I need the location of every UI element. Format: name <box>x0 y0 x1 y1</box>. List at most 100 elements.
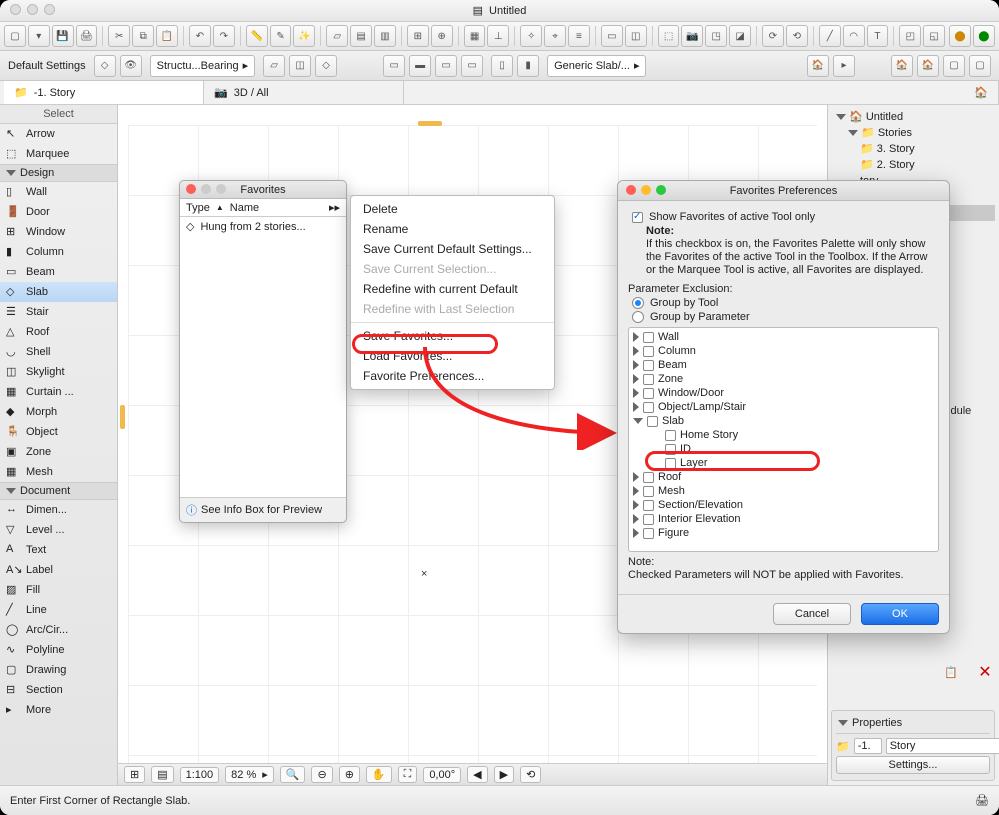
menu-rename[interactable]: Rename <box>351 219 554 239</box>
story-name-input[interactable] <box>886 738 999 754</box>
next-view-button[interactable]: ▶ <box>494 766 514 783</box>
tool-morph[interactable]: ◆Morph <box>0 402 117 422</box>
line-tool-button[interactable]: ╱ <box>819 25 841 47</box>
grid-button[interactable]: ▦ <box>464 25 486 47</box>
tool-column[interactable]: ▮Column <box>0 242 117 262</box>
teamwork-button[interactable]: ⬤ <box>949 25 971 47</box>
favorite-item[interactable]: ◇ Hung from 2 stories... <box>180 217 346 236</box>
menu-redefine-default[interactable]: Redefine with current Default <box>351 279 554 299</box>
bb-icon1[interactable]: ⊞ <box>124 766 145 783</box>
tool-level[interactable]: ▽Level ... <box>0 520 117 540</box>
radio-group-by-parameter[interactable]: Group by Parameter <box>632 311 939 323</box>
tool-polyline[interactable]: ∿Polyline <box>0 640 117 660</box>
pencil-button[interactable]: ✎ <box>270 25 292 47</box>
tool-marquee[interactable]: ⬚Marquee <box>0 144 117 164</box>
composite-combo[interactable]: Generic Slab/...▸ <box>547 55 646 77</box>
redo-button[interactable]: ↷ <box>213 25 235 47</box>
snap-button[interactable]: ⊕ <box>431 25 453 47</box>
new-view-button[interactable]: 📋 <box>941 663 961 681</box>
tool-object[interactable]: 🪑Object <box>0 422 117 442</box>
copy-button[interactable]: ⧉ <box>132 25 154 47</box>
tool-shell[interactable]: ◡Shell <box>0 342 117 362</box>
properties-header[interactable]: Properties <box>836 715 990 734</box>
tool-fill[interactable]: ▨Fill <box>0 580 117 600</box>
favorites-header[interactable]: Type ▲ Name ▸▸ <box>180 199 346 217</box>
struct1-button[interactable]: ▯ <box>491 55 513 77</box>
wand-button[interactable]: ✨ <box>293 25 315 47</box>
navtab4-button[interactable]: ▢ <box>969 55 991 77</box>
default-settings-label[interactable]: Default Settings <box>8 60 86 72</box>
col-type[interactable]: Type <box>186 202 210 214</box>
cut-button[interactable]: ✂ <box>108 25 130 47</box>
geo2-button[interactable]: ◫ <box>289 55 311 77</box>
gravity-button[interactable]: ⊥ <box>487 25 509 47</box>
ground-button[interactable]: ▤ <box>350 25 372 47</box>
zoom-out-button[interactable]: ⊖ <box>311 766 332 783</box>
tool-skylight[interactable]: ◫Skylight <box>0 362 117 382</box>
geo1-button[interactable]: ▱ <box>263 55 285 77</box>
arc-tool-button[interactable]: ◠ <box>843 25 865 47</box>
show-favorites-checkbox[interactable]: Show Favorites of active Tool only <box>632 211 939 223</box>
print-button[interactable]: 🖨 <box>76 25 98 47</box>
tool-stair[interactable]: ☰Stair <box>0 302 117 322</box>
tool-section[interactable]: ⊟Section <box>0 680 117 700</box>
parameter-tree[interactable]: Wall Column Beam Zone Window/Door Object… <box>628 327 939 552</box>
dialog-titlebar[interactable]: Favorites Preferences <box>618 181 949 201</box>
ok-button[interactable]: OK <box>861 603 939 625</box>
slab-settings-icon[interactable]: ◇ <box>94 55 116 77</box>
camera-button[interactable]: 📷 <box>681 25 703 47</box>
home-view-button[interactable]: ⟲ <box>520 766 541 783</box>
measure-button[interactable]: 📏 <box>246 25 268 47</box>
tool-more[interactable]: ▸More <box>0 700 117 720</box>
scale-field[interactable]: 1:100 <box>180 767 220 783</box>
tab-nav-button[interactable]: 🏠 <box>964 81 999 104</box>
group-design[interactable]: Design <box>0 164 117 182</box>
tab-story[interactable]: 📁 -1. Story <box>4 81 204 104</box>
bb-icon2[interactable]: ▤ <box>151 766 173 783</box>
settings-button[interactable]: Settings... <box>836 756 990 774</box>
tool-slab[interactable]: ◇Slab <box>0 282 117 302</box>
menu-delete[interactable]: Delete <box>351 199 554 219</box>
tool-dimension[interactable]: ↔Dimen... <box>0 500 117 520</box>
printer-icon[interactable]: 🖨 <box>975 794 989 807</box>
tool-door[interactable]: 🚪Door <box>0 202 117 222</box>
toggle1-button[interactable]: ⟳ <box>762 25 784 47</box>
text-tool-button[interactable]: T <box>867 25 889 47</box>
menu-favorite-preferences[interactable]: Favorite Preferences... <box>351 366 554 386</box>
nav-popup-button[interactable]: 🏠 <box>807 55 829 77</box>
tab-3d[interactable]: 📷 3D / All <box>204 81 404 104</box>
radio-group-by-tool[interactable]: Group by Tool <box>632 297 939 309</box>
struct2-button[interactable]: ▮ <box>517 55 539 77</box>
perspective-button[interactable]: ◳ <box>705 25 727 47</box>
trace-button[interactable]: ◫ <box>625 25 647 47</box>
pan-button[interactable]: ✋ <box>366 766 392 783</box>
menu-save-favorites[interactable]: Save Favorites... <box>351 326 554 346</box>
tool-zone[interactable]: ▣Zone <box>0 442 117 462</box>
axo-button[interactable]: ◪ <box>729 25 751 47</box>
toggle2-button[interactable]: ⟲ <box>786 25 808 47</box>
navtab3-button[interactable]: ▢ <box>943 55 965 77</box>
tool-window[interactable]: ⊞Window <box>0 222 117 242</box>
tree-slab[interactable]: Slab <box>629 414 938 428</box>
zoom-magnify-button[interactable]: 🔍 <box>280 766 306 783</box>
status-button[interactable]: ⬤ <box>973 25 995 47</box>
navtab1-button[interactable]: 🏠 <box>891 55 913 77</box>
paste-button[interactable]: 📋 <box>156 25 178 47</box>
angle-field[interactable]: 0,00° <box>423 767 461 783</box>
plane-button[interactable]: ▱ <box>326 25 348 47</box>
ruler-button[interactable]: ▭ <box>601 25 623 47</box>
anchor-button[interactable]: ⌖ <box>544 25 566 47</box>
tool-arrow[interactable]: ↖Arrow <box>0 124 117 144</box>
tree-id[interactable]: ID <box>629 442 938 456</box>
tool-beam[interactable]: ▭Beam <box>0 262 117 282</box>
edge3-button[interactable]: ▭ <box>435 55 457 77</box>
align-button[interactable]: ≡ <box>568 25 590 47</box>
tool-roof[interactable]: △Roof <box>0 322 117 342</box>
nav1-button[interactable]: ◰ <box>899 25 921 47</box>
coord-button[interactable]: ⊞ <box>407 25 429 47</box>
nav-popup2-button[interactable]: ▸ <box>833 55 855 77</box>
story-number-input[interactable] <box>854 738 882 754</box>
prev-view-button[interactable]: ◀ <box>467 766 487 783</box>
menu-load-favorites[interactable]: Load Favorites... <box>351 346 554 366</box>
tool-wall[interactable]: ▯Wall <box>0 182 117 202</box>
